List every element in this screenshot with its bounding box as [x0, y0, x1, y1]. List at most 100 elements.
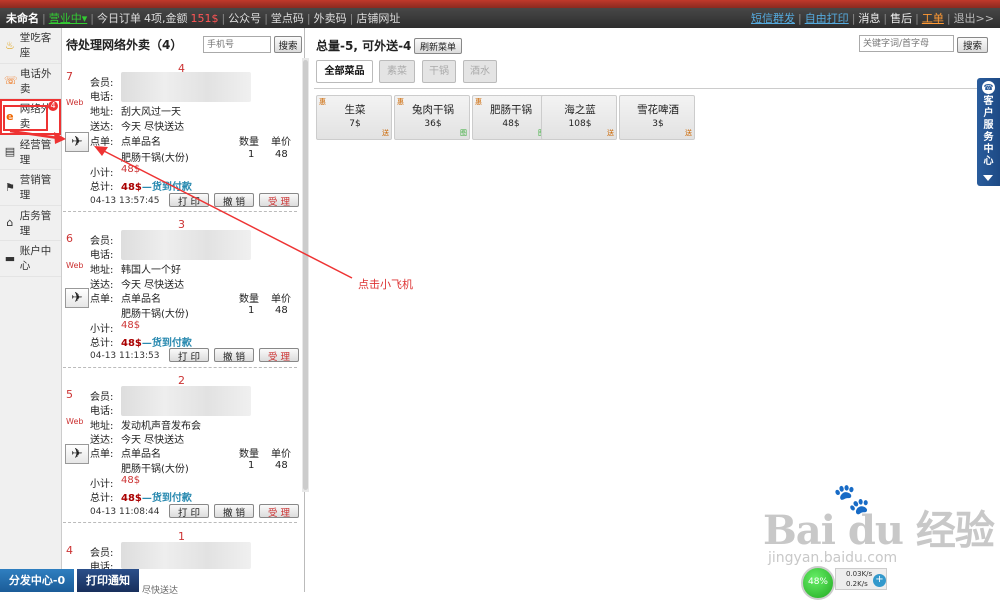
- accept-button[interactable]: 受 理: [259, 193, 299, 208]
- delivery-label: 送达:: [90, 435, 114, 446]
- order-divider: [63, 367, 297, 368]
- order-card: 6 3 Web 会员: 电话: 地址: 韩国人一个好 送达: 今天 尽快送达 ✈…: [63, 218, 301, 380]
- dining-icon: ♨: [4, 38, 15, 52]
- public-account-link[interactable]: 公众号: [228, 10, 261, 26]
- sms-broadcast-link[interactable]: 短信群发: [751, 10, 795, 26]
- menu-search-button[interactable]: 搜索: [957, 37, 988, 53]
- order-time: 04-13 11:13:53: [90, 351, 160, 361]
- watermark-url: jingyan.baidu.com: [768, 550, 898, 566]
- print-button[interactable]: 打 印: [169, 504, 209, 519]
- item-price: 48: [275, 305, 288, 316]
- address-label: 地址:: [90, 107, 114, 118]
- qty-header: 数量: [239, 449, 259, 460]
- dish-card[interactable]: 惠 兔肉干锅 36$ 图: [394, 95, 470, 140]
- order-label: 点单:: [90, 449, 114, 460]
- orders-scroll-thumb[interactable]: [303, 60, 308, 490]
- delivery-mark: 图: [460, 129, 467, 137]
- total-label: 总计:: [90, 493, 114, 504]
- phone-label: 电话:: [90, 250, 114, 261]
- phone-search-input[interactable]: [203, 36, 271, 53]
- tab-vegetables[interactable]: 素菜: [379, 60, 415, 83]
- sidebar-item-store-affairs[interactable]: ⌂ 店务管理: [0, 206, 61, 241]
- print-button[interactable]: 打 印: [169, 193, 209, 208]
- airplane-icon: ✈: [71, 134, 83, 150]
- total-label: 总计:: [90, 182, 114, 193]
- customer-service-tab[interactable]: ☎ 客户服务中心: [977, 78, 1000, 186]
- keyword-search-input[interactable]: [859, 35, 954, 52]
- sidebar-item-account-center[interactable]: ▬ 账户中心: [0, 241, 61, 277]
- cancel-button[interactable]: 撤 销: [214, 348, 254, 363]
- address-value: 韩国人一个好: [121, 265, 181, 276]
- item-name: 肥肠干锅(大份): [121, 153, 189, 164]
- sidebar-item-label: 账户中心: [19, 245, 52, 273]
- work-order-link[interactable]: 工单: [922, 10, 944, 26]
- dispatch-center-button[interactable]: 分发中心-0: [0, 569, 74, 592]
- print-notice-button[interactable]: 打印通知: [77, 569, 139, 592]
- airplane-icon: ✈: [71, 446, 83, 462]
- dish-card[interactable]: 惠 肥肠干锅 48$ 图: [472, 95, 548, 140]
- exit-link[interactable]: 退出>>: [954, 10, 994, 26]
- delivery-mark: 送: [607, 129, 614, 137]
- redacted-member-info: [121, 72, 251, 102]
- self-print-link[interactable]: 自由打印: [805, 10, 849, 26]
- accept-button[interactable]: 受 理: [259, 348, 299, 363]
- payment-method: —货到付款: [141, 493, 192, 504]
- dish-card[interactable]: 海之蓝 108$ 送: [541, 95, 617, 140]
- order-number: 4: [66, 544, 73, 557]
- sidebar-item-phone-takeout[interactable]: ☏ 电话外卖: [0, 64, 61, 99]
- app-name: 未命名: [6, 12, 39, 25]
- customer-service-label: 客户服务中心: [983, 96, 994, 167]
- item-name-header: 点单品名: [121, 294, 161, 305]
- order-number: 7: [66, 70, 73, 83]
- house-icon: ⌂: [6, 216, 14, 230]
- orders-search-button[interactable]: 搜索: [274, 36, 302, 53]
- item-price: 48: [275, 149, 288, 160]
- tab-drinks[interactable]: 酒水: [463, 60, 497, 83]
- item-name: 肥肠干锅(大份): [121, 464, 189, 475]
- subtotal-label: 小计:: [90, 168, 114, 179]
- tab-dry-pot[interactable]: 干锅: [422, 60, 456, 83]
- order-card: 4 1 会员: 电话:: [63, 530, 301, 573]
- price-header: 单价: [271, 137, 291, 148]
- phone-label: 电话:: [90, 92, 114, 103]
- sidebar-item-business-management[interactable]: ▤ 经营管理: [0, 135, 61, 170]
- accept-button[interactable]: 受 理: [259, 504, 299, 519]
- airplane-dispatch-button[interactable]: ✈: [65, 444, 89, 464]
- subtotal-label: 小计:: [90, 324, 114, 335]
- item-qty: 1: [248, 305, 255, 316]
- sidebar-item-web-takeout[interactable]: e 网络外卖 4: [0, 99, 61, 135]
- sidebar-item-marketing[interactable]: ⚑ 营销管理: [0, 170, 61, 206]
- airplane-dispatch-button[interactable]: ✈: [65, 288, 89, 308]
- sidebar-item-dine-in[interactable]: ♨ 堂吃客座: [0, 28, 61, 64]
- refresh-menu-button[interactable]: 刷新菜单: [414, 38, 462, 54]
- today-orders-label: 今日订单: [96, 12, 141, 25]
- order-source: Web: [66, 98, 84, 107]
- cancel-button[interactable]: 撤 销: [214, 504, 254, 519]
- caret-down-icon: [983, 175, 993, 181]
- order-card: 5 2 Web 会员: 电话: 地址: 发动机声音发布会 送达: 今天 尽快送达…: [63, 374, 301, 536]
- hall-order-code-link[interactable]: 堂点码: [271, 10, 304, 26]
- tab-all-dishes[interactable]: 全部菜品: [316, 60, 373, 83]
- total-label: 总计:: [90, 338, 114, 349]
- annotation-text: 点击小飞机: [358, 278, 413, 291]
- sidebar-item-label: 店务管理: [19, 209, 52, 237]
- partial-delivery-text: 尽快送达: [142, 586, 179, 596]
- airplane-dispatch-button[interactable]: ✈: [65, 132, 89, 152]
- order-divider: [63, 522, 297, 523]
- sidebar-item-label: 堂吃客座: [19, 32, 52, 60]
- ie-icon: e: [6, 109, 14, 123]
- order-card: 7 4 Web 会员: 电话: 地址: 刮大风过一天 送达: 今天 尽快送达 ✈…: [63, 62, 301, 224]
- business-status-dropdown[interactable]: 营业中▾: [49, 10, 88, 26]
- after-sale-link[interactable]: 售后: [890, 10, 912, 26]
- delivery-value: 今天 尽快送达: [121, 280, 185, 291]
- dish-card[interactable]: 惠 生菜 7$ 送: [316, 95, 392, 140]
- message-link[interactable]: 消息: [858, 10, 880, 26]
- member-label: 会员:: [90, 548, 114, 559]
- store-url-link[interactable]: 店铺网址: [356, 10, 400, 26]
- order-number: 6: [66, 232, 73, 245]
- dish-card[interactable]: 雪花啤酒 3$ 送: [619, 95, 695, 140]
- print-button[interactable]: 打 印: [169, 348, 209, 363]
- takeout-code-link[interactable]: 外卖码: [314, 10, 347, 26]
- address-label: 地址:: [90, 265, 114, 276]
- cancel-button[interactable]: 撤 销: [214, 193, 254, 208]
